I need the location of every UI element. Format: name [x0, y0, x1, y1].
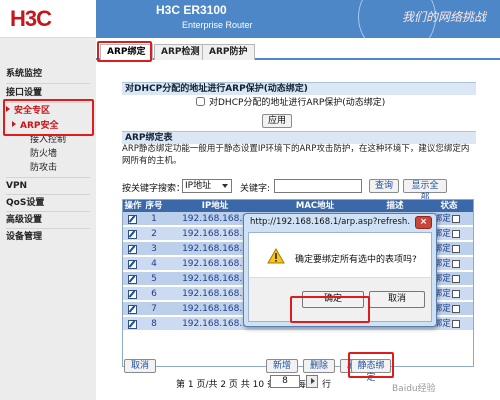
sidebar: 系统监控 接口设置 安全专区 ARP安全 接入控制 防火墙 防攻击 VPN Qo… [0, 38, 96, 400]
search-row: 按关键字搜索： IP地址 关键字: 查询 显示全部 [122, 178, 482, 203]
dialog-message: 确定要绑定所有选中的表项吗? [295, 255, 417, 265]
dhcp-protection-checkbox[interactable] [196, 97, 205, 106]
new-button[interactable]: 新增 [266, 359, 298, 373]
edit-icon[interactable] [128, 290, 137, 299]
arp-description: ARP静态绑定功能一般用于静态设置IP环境下的ARP攻击防护，在这种环境下，建议… [122, 144, 470, 166]
edit-icon[interactable] [128, 320, 137, 329]
annotation-highlight-sidebar [3, 99, 94, 136]
row-checkbox[interactable] [452, 230, 460, 238]
row-checkbox[interactable] [452, 245, 460, 253]
row-checkbox[interactable] [452, 275, 460, 283]
h3c-logo: H3C [10, 6, 52, 31]
sidebar-item-interface[interactable]: 接口设置 [6, 87, 42, 99]
column-header: 状态 [440, 201, 458, 211]
annotation-highlight-ok [290, 296, 370, 323]
sidebar-divider [6, 211, 90, 212]
dialog-cancel-button[interactable]: 取消 [369, 291, 425, 308]
sidebar-item-vpn[interactable]: VPN [6, 180, 27, 192]
row-number: 4 [151, 259, 157, 269]
sidebar-item-anti-attack[interactable]: 防攻击 [30, 162, 57, 174]
row-number: 8 [151, 319, 157, 329]
row-checkbox[interactable] [452, 305, 460, 313]
row-number: 6 [151, 289, 157, 299]
product-name: H3C ER3100 [156, 3, 227, 17]
keyword-label: 关键字: [240, 184, 271, 194]
dhcp-protection-label: 对DHCP分配的地址进行ARP保护(动态绑定) [209, 98, 386, 108]
search-field-select[interactable]: IP地址 [182, 179, 232, 193]
delete-button[interactable]: 删除 [303, 359, 335, 373]
sidebar-divider [6, 177, 90, 178]
row-checkbox[interactable] [452, 215, 460, 223]
sidebar-item-system-monitor[interactable]: 系统监控 [6, 68, 42, 80]
edit-icon[interactable] [128, 305, 137, 314]
row-number: 7 [151, 304, 157, 314]
header-banner: H3C ER3100 Enterprise Router 我们的网络挑战 [96, 0, 500, 38]
search-field-value: IP地址 [185, 181, 212, 191]
product-subtitle: Enterprise Router [182, 20, 253, 30]
sidebar-item-qos[interactable]: QoS设置 [6, 197, 44, 209]
bottom-cancel-button[interactable]: 取消 [124, 359, 156, 373]
annotation-highlight-tab [97, 41, 152, 62]
sidebar-item-advanced[interactable]: 高级设置 [6, 214, 42, 226]
row-number: 3 [151, 244, 157, 254]
header: H3C H3C ER3100 Enterprise Router 我们的网络挑战 [0, 0, 500, 38]
dialog-title: http://192.168.168.1/arp.asp?refresh... [250, 217, 410, 227]
annotation-highlight-static-bind [348, 352, 394, 378]
tab-arp-protection[interactable]: ARP防护 [202, 44, 255, 60]
chevron-down-icon [222, 184, 228, 188]
edit-icon[interactable] [128, 245, 137, 254]
column-header: IP地址 [201, 201, 229, 211]
row-number: 2 [151, 229, 157, 239]
column-header: 描述 [386, 201, 404, 211]
tab-bar: ARP绑定 ARP检测 ARP防护 [96, 42, 500, 60]
sidebar-item-device-management[interactable]: 设备管理 [6, 231, 42, 243]
column-header: 序号 [145, 201, 163, 211]
dhcp-section-heading: 对DHCP分配的地址进行ARP保护(动态绑定) [122, 82, 476, 95]
watermark: Baidu经验 [392, 384, 436, 394]
edit-icon[interactable] [128, 275, 137, 284]
slogan: 我们的网络挑战 [401, 10, 486, 24]
table-header: 操作 序号 IP地址 MAC地址 描述 状态 [123, 200, 473, 212]
edit-icon[interactable] [128, 260, 137, 269]
go-arrow-icon[interactable] [306, 375, 318, 388]
search-label: 按关键字搜索： [122, 184, 186, 194]
warning-icon [267, 248, 285, 264]
sidebar-divider [6, 228, 90, 229]
edit-icon[interactable] [128, 215, 137, 224]
show-all-button[interactable]: 显示全部 [403, 179, 447, 203]
rows-per-page-input[interactable]: 8 [270, 375, 300, 388]
close-icon[interactable]: × [415, 216, 432, 229]
rows-suffix: 行 [322, 380, 332, 390]
row-checkbox[interactable] [452, 260, 460, 268]
keyword-input[interactable] [274, 179, 362, 193]
sidebar-divider [6, 194, 90, 195]
tab-arp-detection[interactable]: ARP检测 [154, 44, 207, 60]
row-checkbox[interactable] [452, 290, 460, 298]
apply-button[interactable]: 应用 [262, 114, 292, 128]
sidebar-divider [6, 83, 90, 84]
row-number: 5 [151, 274, 157, 284]
column-header: 操作 [124, 201, 142, 211]
query-button[interactable]: 查询 [369, 179, 399, 193]
sidebar-item-firewall[interactable]: 防火墙 [30, 148, 57, 160]
column-header: MAC地址 [295, 201, 335, 211]
edit-icon[interactable] [128, 230, 137, 239]
dhcp-protection-row: 对DHCP分配的地址进行ARP保护(动态绑定) [196, 95, 385, 108]
row-checkbox[interactable] [452, 320, 460, 328]
row-number: 1 [151, 214, 157, 224]
